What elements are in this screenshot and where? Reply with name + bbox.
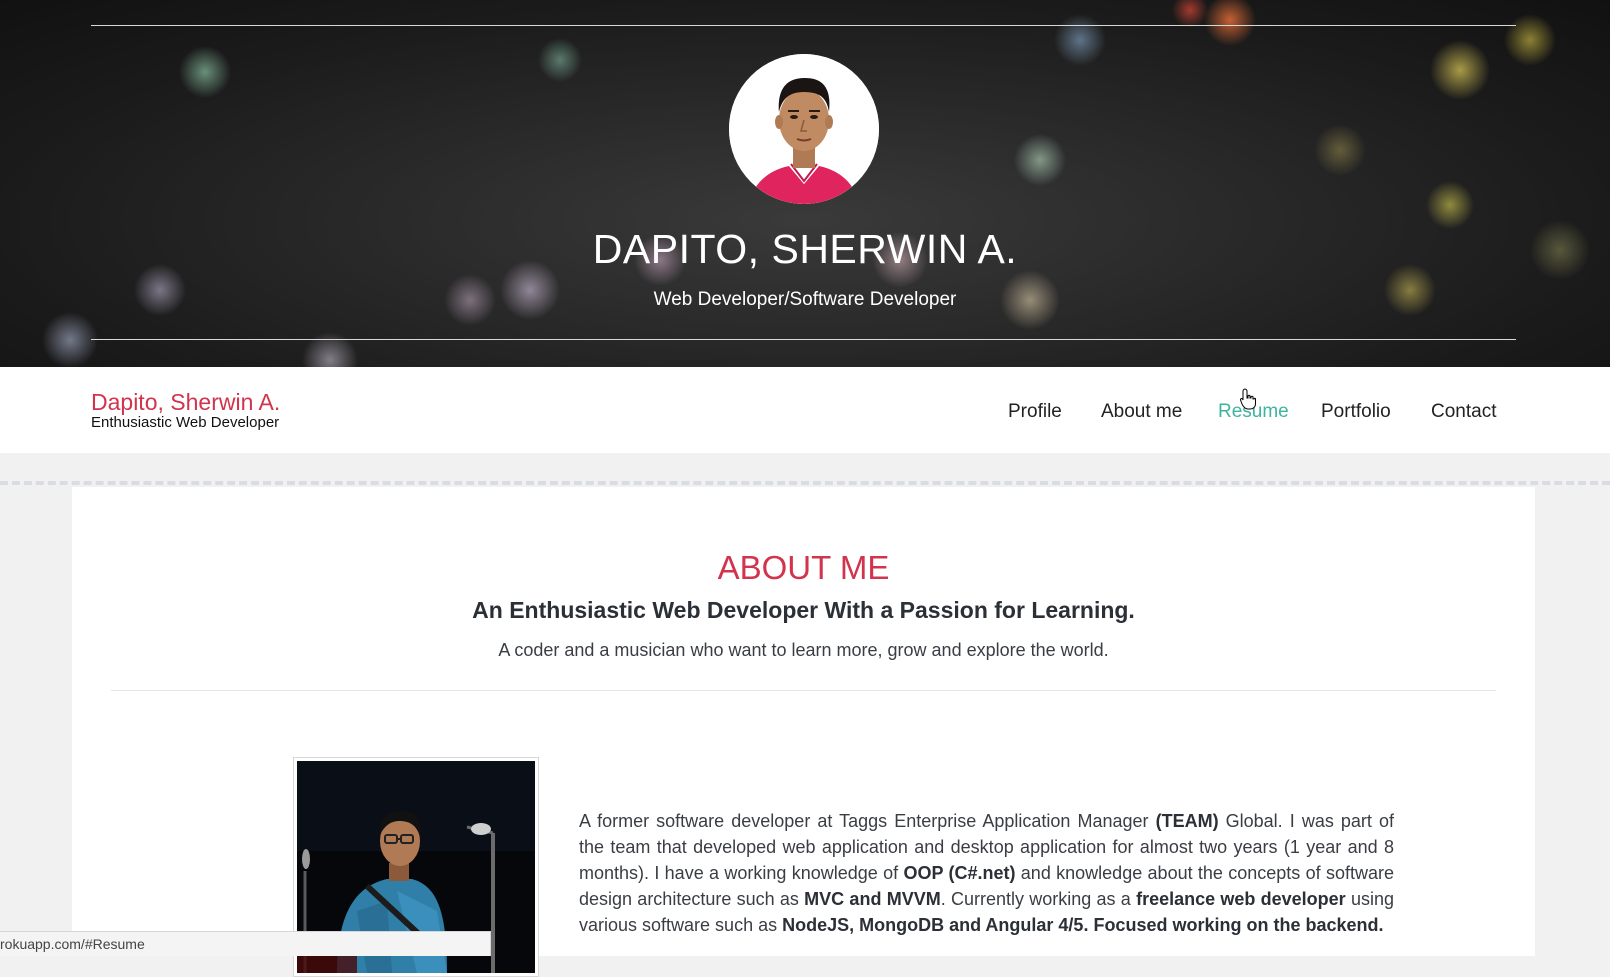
navbar: Dapito, Sherwin A. Enthusiastic Web Deve… <box>0 367 1610 453</box>
brand-tagline: Enthusiastic Web Developer <box>91 414 280 431</box>
bio-text: . Currently working as a <box>940 889 1137 909</box>
about-description: A coder and a musician who want to learn… <box>498 640 1109 660</box>
nav-item-portfolio[interactable]: Portfolio <box>1321 401 1391 423</box>
hero-subtitle: Web Developer/Software Developer <box>653 289 957 310</box>
hero-name: DAPITO, SHERWIN A. <box>592 226 1018 272</box>
nav-item-contact[interactable]: Contact <box>1431 401 1496 423</box>
bio-highlight: (TEAM) <box>1155 811 1219 831</box>
about-divider <box>111 690 1496 691</box>
hand-cursor-icon <box>1240 388 1256 410</box>
bio-text: A former software developer at Taggs Ent… <box>579 811 1156 831</box>
bio-highlight: freelance web developer <box>1136 889 1346 909</box>
about-subtitle: An Enthusiastic Web Developer With a Pas… <box>472 597 1135 623</box>
nav-item-profile[interactable]: Profile <box>1008 401 1062 423</box>
about-bio: A former software developer at Taggs Ent… <box>579 808 1394 938</box>
about-title: ABOUT ME <box>717 549 890 586</box>
bio-highlight: OOP (C#.net) <box>903 863 1016 883</box>
hero-divider-top <box>91 25 1516 26</box>
section-dashed-border <box>0 481 1610 485</box>
profile-avatar <box>729 54 879 204</box>
bio-highlight: NodeJS, MongoDB and Angular 4/5. Focused… <box>782 915 1384 935</box>
hero-banner: DAPITO, SHERWIN A. Web Developer/Softwar… <box>0 0 1610 367</box>
nav-item-about-me[interactable]: About me <box>1101 401 1182 423</box>
bio-highlight: MVC and MVVM <box>804 889 941 909</box>
hero-divider-bottom <box>91 339 1516 340</box>
status-url: rokuapp.com/#Resume <box>0 936 145 952</box>
brand-name[interactable]: Dapito, Sherwin A. <box>91 389 280 416</box>
browser-status-bar: rokuapp.com/#Resume <box>0 931 491 956</box>
